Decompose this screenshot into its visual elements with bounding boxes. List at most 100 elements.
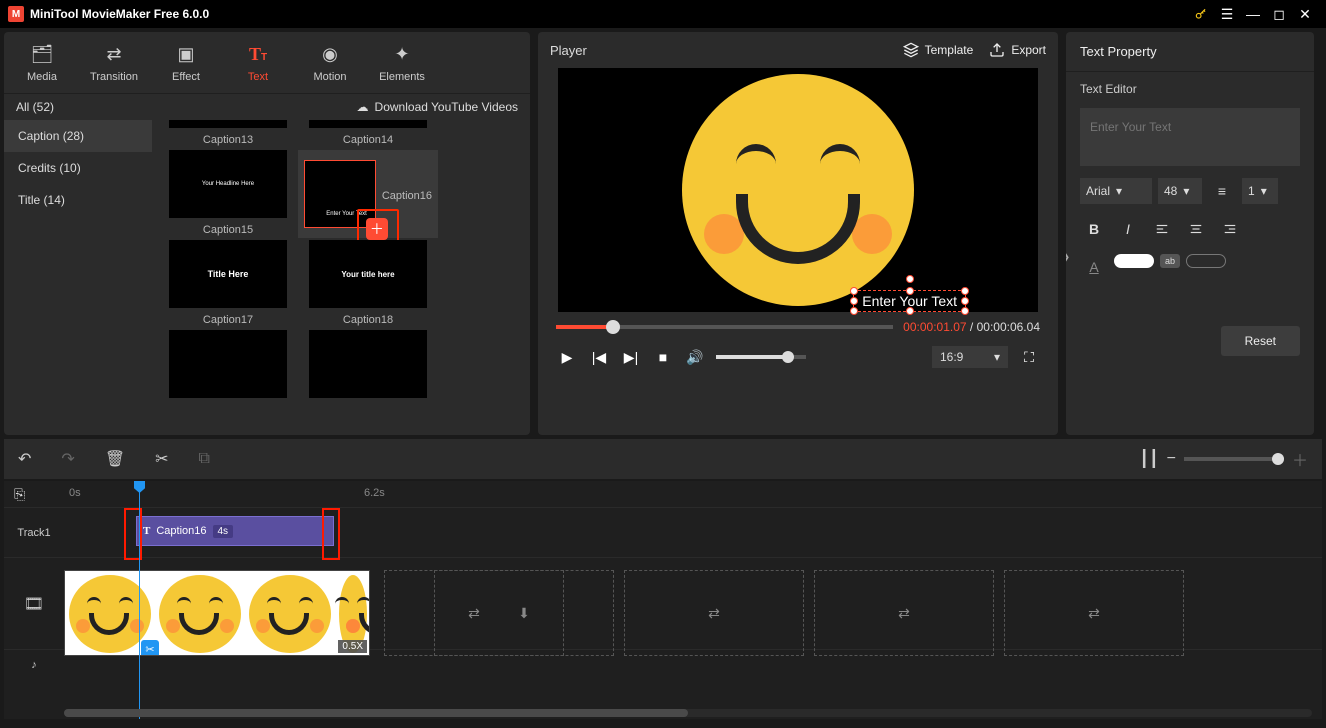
ruler-time: 6.2s bbox=[364, 487, 385, 499]
category-title[interactable]: Title (14) bbox=[4, 184, 152, 216]
template-card[interactable]: Caption13 bbox=[158, 120, 298, 148]
menu-icon[interactable]: ☰ bbox=[1214, 1, 1240, 27]
bold-button[interactable]: B bbox=[1080, 216, 1108, 242]
audio-track-icon: ♪ bbox=[4, 659, 64, 671]
font-select[interactable]: Arial▾ bbox=[1080, 178, 1152, 204]
align-center-button[interactable] bbox=[1182, 216, 1210, 242]
module-toolbar: 🗂Media ⇄Transition ▣Effect TTText ◉Motio… bbox=[4, 32, 530, 94]
category-all[interactable]: All (52) bbox=[16, 100, 54, 114]
delete-button[interactable]: 🗑 bbox=[105, 449, 125, 469]
reset-button[interactable]: Reset bbox=[1221, 326, 1300, 356]
line-height-select[interactable]: 1▾ bbox=[1242, 178, 1278, 204]
time-display: 00:00:01.07 / 00:00:06.04 bbox=[903, 320, 1040, 334]
timeline: ⎘ 0s 6.2s Track1 T Caption16 4s 🎞 0.5X ✂ bbox=[4, 481, 1322, 719]
transition-slot[interactable]: ⇄ bbox=[814, 570, 994, 656]
crop-button[interactable]: ⧉ bbox=[199, 450, 210, 468]
template-card[interactable]: Title Here Caption17 bbox=[158, 240, 298, 328]
template-card[interactable]: Caption14 bbox=[298, 120, 438, 148]
media-drop-slot[interactable]: ⬇ bbox=[434, 570, 614, 656]
player-panel: Player Template Export Enter Your Text bbox=[538, 32, 1058, 435]
timeline-scrollbar[interactable] bbox=[64, 709, 1312, 717]
panel-collapse-handle[interactable]: ❯ bbox=[1066, 232, 1072, 282]
key-icon[interactable] bbox=[1188, 1, 1214, 27]
highlight-icon: ab bbox=[1160, 254, 1180, 268]
titlebar: M MiniTool MovieMaker Free 6.0.0 ☰ — ◻ ✕ bbox=[0, 0, 1326, 28]
text-track: Track1 T Caption16 4s bbox=[4, 507, 1322, 557]
tab-transition[interactable]: ⇄Transition bbox=[78, 38, 150, 87]
tab-elements[interactable]: ✦Elements bbox=[366, 38, 438, 87]
font-size-select[interactable]: 48▾ bbox=[1158, 178, 1202, 204]
line-spacing-icon[interactable]: ≡ bbox=[1208, 178, 1236, 204]
text-input[interactable] bbox=[1080, 108, 1300, 166]
maximize-icon[interactable]: ◻ bbox=[1266, 1, 1292, 27]
template-card-selected[interactable]: Enter Your Text ＋ Caption16 bbox=[298, 150, 438, 238]
zoom-in-button[interactable]: ＋ bbox=[1292, 447, 1308, 471]
layers-icon bbox=[903, 42, 919, 58]
template-grid: Caption13 Caption14 Your Headline Here C… bbox=[152, 120, 530, 435]
split-button[interactable]: ✂ bbox=[155, 449, 168, 469]
preview-viewport[interactable]: Enter Your Text bbox=[558, 68, 1038, 312]
zoom-out-button[interactable]: − bbox=[1167, 450, 1176, 468]
align-right-button[interactable] bbox=[1216, 216, 1244, 242]
video-track: 🎞 0.5X ✂ ⇄ ⬇ ⇄ ⇄ ⇄ bbox=[4, 557, 1322, 649]
app-title: MiniTool MovieMaker Free 6.0.0 bbox=[30, 7, 1188, 21]
text-color-swatch[interactable] bbox=[1114, 254, 1154, 268]
transition-slot[interactable]: ⇄ bbox=[624, 570, 804, 656]
category-list: Caption (28) Credits (10) Title (14) bbox=[4, 120, 152, 435]
panel-title: Text Property bbox=[1066, 32, 1314, 72]
ruler-time: 0s bbox=[69, 487, 81, 499]
category-credits[interactable]: Credits (10) bbox=[4, 152, 152, 184]
play-button[interactable]: ▶ bbox=[556, 349, 578, 366]
clip-trim-right-highlight bbox=[322, 508, 340, 560]
fullscreen-button[interactable]: ⛶ bbox=[1018, 349, 1040, 366]
add-template-button[interactable]: ＋ bbox=[366, 218, 388, 240]
volume-slider[interactable] bbox=[716, 355, 806, 359]
template-card[interactable]: Your title here Caption18 bbox=[298, 240, 438, 328]
zoom-slider[interactable] bbox=[1184, 457, 1284, 461]
text-editor-label: Text Editor bbox=[1066, 72, 1314, 102]
video-clip[interactable]: 0.5X ✂ bbox=[64, 570, 370, 656]
cloud-download-icon: ☁ bbox=[357, 100, 369, 114]
prev-frame-button[interactable]: |◀ bbox=[588, 349, 610, 366]
italic-button[interactable]: I bbox=[1114, 216, 1142, 242]
timeline-toolbar: ↶ ↷ 🗑 ✂ ⧉ ┃┃ − ＋ bbox=[4, 439, 1322, 479]
volume-icon[interactable]: 🔊 bbox=[684, 349, 706, 366]
tab-motion[interactable]: ◉Motion bbox=[294, 38, 366, 87]
caption-clip[interactable]: T Caption16 4s bbox=[136, 516, 334, 546]
snap-button[interactable]: ┃┃ bbox=[1139, 449, 1158, 469]
redo-button[interactable]: ↷ bbox=[61, 449, 74, 469]
export-icon bbox=[989, 42, 1005, 58]
app-logo: M bbox=[8, 6, 24, 22]
text-overlay[interactable]: Enter Your Text bbox=[853, 290, 966, 312]
template-card[interactable] bbox=[298, 330, 438, 398]
template-button[interactable]: Template bbox=[903, 42, 974, 58]
highlight-color-swatch[interactable] bbox=[1186, 254, 1226, 268]
tab-text[interactable]: TTText bbox=[222, 38, 294, 87]
export-button[interactable]: Export bbox=[989, 42, 1046, 58]
text-color-icon: A bbox=[1080, 254, 1108, 280]
align-left-button[interactable] bbox=[1148, 216, 1176, 242]
text-property-panel: ❯ Text Property Text Editor Arial▾ 48▾ ≡… bbox=[1066, 32, 1314, 435]
audio-track: ♪ bbox=[4, 649, 1322, 679]
playhead[interactable] bbox=[139, 481, 140, 719]
close-icon[interactable]: ✕ bbox=[1292, 1, 1318, 27]
minimize-icon[interactable]: — bbox=[1240, 1, 1266, 27]
template-card[interactable] bbox=[158, 330, 298, 398]
category-caption[interactable]: Caption (28) bbox=[4, 120, 152, 152]
track-label: Track1 bbox=[4, 527, 64, 539]
next-frame-button[interactable]: ▶| bbox=[620, 349, 642, 366]
library-panel: 🗂Media ⇄Transition ▣Effect TTText ◉Motio… bbox=[4, 32, 530, 435]
download-youtube-link[interactable]: ☁ Download YouTube Videos bbox=[357, 100, 518, 114]
template-card[interactable]: Your Headline Here Caption15 bbox=[158, 150, 298, 238]
seekbar[interactable] bbox=[556, 325, 893, 329]
video-frame bbox=[682, 74, 914, 306]
aspect-ratio-select[interactable]: 16:9▾ bbox=[932, 346, 1008, 368]
undo-button[interactable]: ↶ bbox=[18, 449, 31, 469]
player-label: Player bbox=[550, 43, 887, 58]
video-track-icon: 🎞 bbox=[4, 594, 64, 614]
add-track-button[interactable]: ⎘ bbox=[14, 486, 25, 503]
stop-button[interactable]: ■ bbox=[652, 349, 674, 365]
tab-effect[interactable]: ▣Effect bbox=[150, 38, 222, 87]
tab-media[interactable]: 🗂Media bbox=[6, 38, 78, 87]
transition-slot[interactable]: ⇄ bbox=[1004, 570, 1184, 656]
